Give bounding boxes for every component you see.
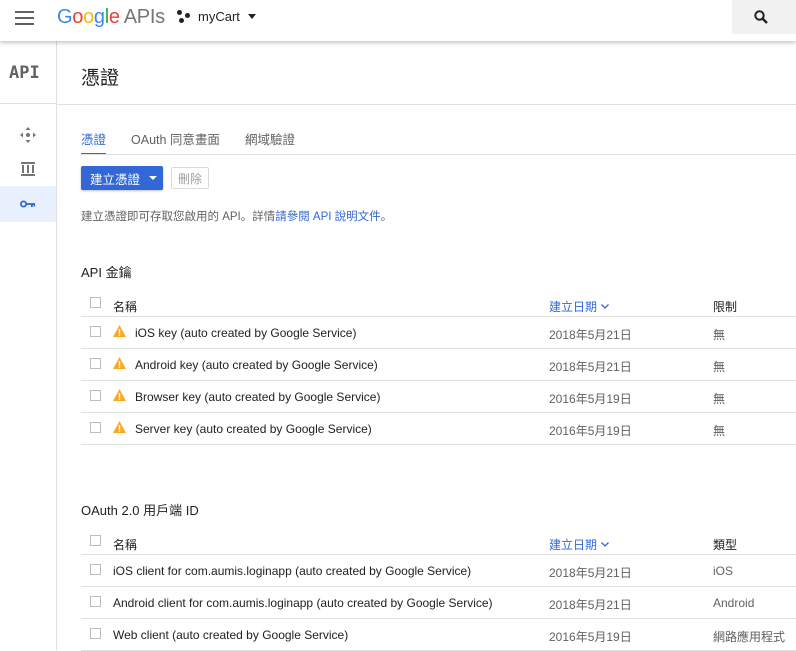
api-keys-table: 名稱 建立日期 限制 iOS key (auto created by Goog… [81, 286, 796, 445]
library-icon [21, 162, 35, 176]
row-checkbox[interactable] [90, 326, 101, 337]
tab-bar: 憑證 OAuth 同意畫面 網域驗證 [81, 129, 320, 155]
table-row[interactable]: Web client (auto created by Google Servi… [81, 619, 796, 651]
menu-icon[interactable] [15, 11, 34, 25]
search-button[interactable] [732, 0, 796, 34]
created-date: 2016年5月19日 [549, 630, 632, 644]
sidebar-divider [0, 103, 56, 104]
client-type: 網路應用程式 [713, 630, 786, 644]
client-name-link[interactable]: iOS client for com.aumis.loginapp (auto … [113, 564, 471, 578]
select-all-checkbox[interactable] [90, 535, 101, 546]
restriction-value: 無 [713, 424, 726, 438]
restriction-value: 無 [713, 360, 726, 374]
tab-domain-verification[interactable]: 網域驗證 [245, 129, 295, 155]
dropdown-caret-icon [247, 14, 256, 19]
api-docs-link[interactable]: 請參閱 API 說明文件 [275, 211, 380, 223]
client-name-link[interactable]: Web client (auto created by Google Servi… [113, 628, 348, 642]
tab-oauth-consent[interactable]: OAuth 同意畫面 [131, 129, 220, 155]
create-credentials-button[interactable]: 建立憑證 [81, 166, 163, 190]
table-row[interactable]: iOS key (auto created by Google Service)… [81, 317, 796, 349]
row-checkbox[interactable] [90, 564, 101, 575]
key-name-link[interactable]: Server key (auto created by Google Servi… [135, 422, 372, 436]
dropdown-caret-icon [149, 176, 158, 180]
row-checkbox[interactable] [90, 628, 101, 639]
restriction-value: 無 [713, 392, 726, 406]
key-name-link[interactable]: iOS key (auto created by Google Service) [135, 326, 356, 340]
row-checkbox[interactable] [90, 422, 101, 433]
created-date: 2018年5月21日 [549, 598, 632, 612]
key-name-link[interactable]: Android key (auto created by Google Serv… [135, 358, 378, 372]
created-date: 2018年5月21日 [549, 360, 632, 374]
oauth-clients-table: 名稱 建立日期 類型 iOS client for com.aumis.logi… [81, 524, 796, 651]
title-divider [57, 104, 796, 105]
row-checkbox[interactable] [90, 596, 101, 607]
restriction-value: 無 [713, 328, 726, 342]
sidebar-item-library[interactable] [0, 151, 56, 187]
column-created-date[interactable]: 建立日期 [549, 298, 609, 315]
warning-icon [113, 357, 126, 369]
tabs-divider [81, 154, 796, 155]
project-name: myCart [198, 9, 240, 24]
dashboard-icon [20, 127, 36, 143]
key-icon [20, 200, 36, 208]
column-restriction[interactable]: 限制 [713, 298, 737, 315]
warning-icon [113, 421, 126, 433]
column-type[interactable]: 類型 [713, 536, 737, 553]
created-date: 2016年5月19日 [549, 392, 632, 406]
table-row[interactable]: Android client for com.aumis.loginapp (a… [81, 587, 796, 619]
table-header: 名稱 建立日期 限制 [81, 286, 796, 317]
column-created-date[interactable]: 建立日期 [549, 536, 609, 553]
column-name[interactable]: 名稱 [113, 298, 137, 315]
table-row[interactable]: iOS client for com.aumis.loginapp (auto … [81, 555, 796, 587]
create-credentials-label: 建立憑證 [90, 172, 141, 187]
select-all-checkbox[interactable] [90, 297, 101, 308]
created-date: 2018年5月21日 [549, 328, 632, 342]
client-type: Android [713, 596, 755, 610]
search-icon [754, 10, 768, 24]
oauth-clients-title: OAuth 2.0 用戶端 ID [81, 503, 199, 518]
sidebar-item-credentials[interactable] [0, 186, 56, 222]
warning-icon [113, 325, 126, 337]
page-title: 憑證 [81, 68, 120, 89]
table-header: 名稱 建立日期 類型 [81, 524, 796, 555]
api-keys-title: API 金鑰 [81, 265, 132, 280]
created-date: 2016年5月19日 [549, 424, 632, 438]
delete-button[interactable]: 刪除 [171, 167, 209, 189]
project-icon [177, 9, 191, 24]
top-app-bar: Google APIs myCart [0, 0, 796, 41]
table-row[interactable]: Browser key (auto created by Google Serv… [81, 381, 796, 413]
created-date: 2018年5月21日 [549, 566, 632, 580]
main-content: 憑證 憑證 OAuth 同意畫面 網域驗證 建立憑證 刪除 建立憑證即可存取您啟… [57, 41, 796, 651]
help-text: 建立憑證即可存取您啟用的 API。詳情請參閱 API 說明文件。 [81, 211, 393, 223]
google-apis-logo[interactable]: Google APIs [57, 6, 165, 29]
column-name[interactable]: 名稱 [113, 536, 137, 553]
sort-chevron-icon [601, 304, 609, 309]
row-checkbox[interactable] [90, 358, 101, 369]
sort-chevron-icon [601, 542, 609, 547]
sidebar-item-dashboard[interactable] [0, 117, 56, 153]
tab-credentials[interactable]: 憑證 [81, 129, 107, 155]
client-type: iOS [713, 564, 734, 578]
table-row[interactable]: Server key (auto created by Google Servi… [81, 413, 796, 445]
project-selector[interactable]: myCart [177, 9, 256, 24]
api-logo[interactable]: API [9, 63, 40, 83]
key-name-link[interactable]: Browser key (auto created by Google Serv… [135, 390, 380, 404]
warning-icon [113, 389, 126, 401]
table-row[interactable]: Android key (auto created by Google Serv… [81, 349, 796, 381]
sidebar: API [0, 41, 57, 650]
row-checkbox[interactable] [90, 390, 101, 401]
client-name-link[interactable]: Android client for com.aumis.loginapp (a… [113, 596, 493, 610]
